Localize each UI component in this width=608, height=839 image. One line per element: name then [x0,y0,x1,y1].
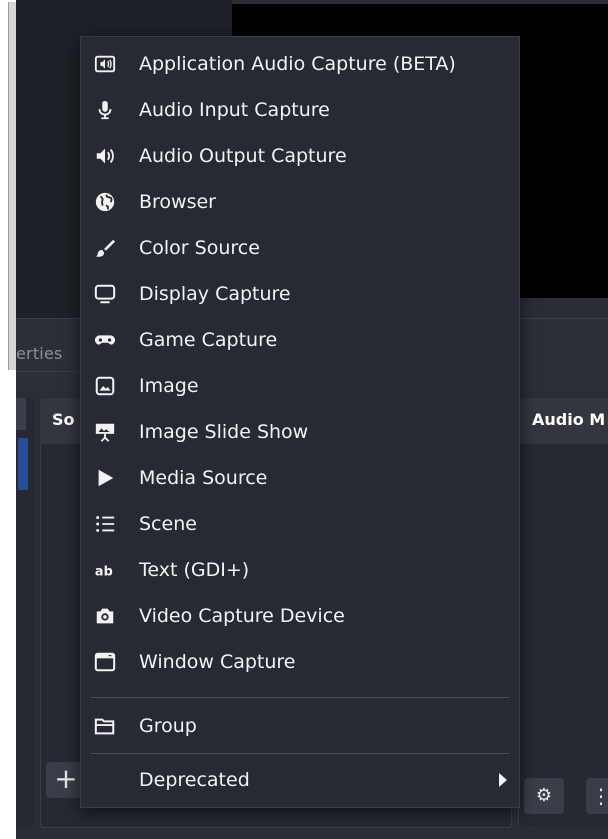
menu-item-label: Image [139,375,199,397]
menu-item-label: Image Slide Show [139,421,309,443]
text-icon: ab [93,558,117,582]
vertical-dots-icon: ⋮ [591,784,608,808]
obs-window: erties So + Audio M ⚙ ⋮ Application Audi… [0,0,608,839]
chevron-right-icon [499,773,507,787]
menu-item-group[interactable]: Group [81,703,519,749]
image-icon [93,374,117,398]
menu-item-scene[interactable]: Scene [81,501,519,547]
menu-item-image-slide-show[interactable]: Image Slide Show [81,409,519,455]
menu-item-label: Video Capture Device [139,605,345,627]
app-audio-icon [93,52,117,76]
menu-item-label: Color Source [139,237,260,259]
svg-text:ab: ab [95,565,113,580]
menu-item-label: Application Audio Capture (BETA) [139,53,456,75]
add-source-menu: Application Audio Capture (BETA) Audio I… [80,36,520,808]
menu-item-media-source[interactable]: Media Source [81,455,519,501]
paintbrush-icon [93,236,117,260]
play-icon [93,466,117,490]
menu-item-browser[interactable]: Browser [81,179,519,225]
tab-divider [18,371,78,372]
scenes-dock-header [16,398,26,430]
menu-item-label: Media Source [139,467,268,489]
menu-item-text-gdi[interactable]: ab Text (GDI+) [81,547,519,593]
left-window-frame [0,0,17,370]
gamepad-icon [93,328,117,352]
menu-item-deprecated[interactable]: Deprecated [81,757,519,803]
menu-item-label: Text (GDI+) [139,559,250,581]
sources-dock-title: So [52,410,75,429]
audio-mixer-dock [518,398,608,826]
menu-item-application-audio-capture[interactable]: Application Audio Capture (BETA) [81,41,519,87]
menu-item-label: Audio Output Capture [139,145,347,167]
audio-settings-button[interactable]: ⚙ [524,778,564,814]
menu-item-label: Display Capture [139,283,291,305]
menu-separator [91,697,509,698]
audio-menu-button[interactable]: ⋮ [586,778,608,814]
folder-icon [93,714,117,738]
menu-item-audio-output-capture[interactable]: Audio Output Capture [81,133,519,179]
slideshow-icon [93,420,117,444]
menu-item-label: Scene [139,513,197,535]
microphone-icon [93,98,117,122]
menu-item-video-capture-device[interactable]: Video Capture Device [81,593,519,639]
audio-mixer-title: Audio M [532,410,606,429]
selected-scene-item[interactable] [18,438,28,490]
speaker-icon [93,144,117,168]
menu-item-image[interactable]: Image [81,363,519,409]
tab-properties[interactable]: erties [16,344,86,363]
globe-icon [93,190,117,214]
menu-item-window-capture[interactable]: Window Capture [81,639,519,685]
menu-item-label: Group [139,715,197,737]
menu-item-label: Audio Input Capture [139,99,330,121]
camera-icon [93,604,117,628]
menu-separator [91,753,509,754]
menu-item-audio-input-capture[interactable]: Audio Input Capture [81,87,519,133]
monitor-icon [93,282,117,306]
list-icon [93,512,117,536]
menu-item-color-source[interactable]: Color Source [81,225,519,271]
menu-item-label: Window Capture [139,651,296,673]
menu-item-label: Game Capture [139,329,278,351]
menu-item-game-capture[interactable]: Game Capture [81,317,519,363]
menu-item-label: Deprecated [139,769,250,791]
window-icon [93,650,117,674]
menu-item-display-capture[interactable]: Display Capture [81,271,519,317]
menu-item-label: Browser [139,191,216,213]
gear-icon: ⚙ [535,785,553,806]
